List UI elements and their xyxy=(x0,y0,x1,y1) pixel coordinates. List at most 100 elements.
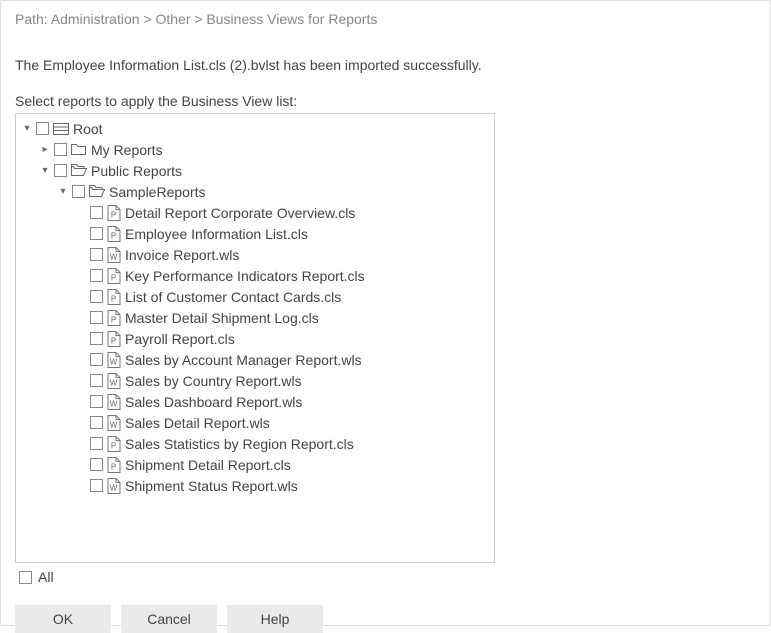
page-report-icon: P xyxy=(107,310,121,326)
page-report-icon: P xyxy=(107,226,121,242)
collapse-arrow-icon[interactable]: ▾ xyxy=(22,124,32,134)
node-label: Detail Report Corporate Overview.cls xyxy=(125,205,355,221)
page-report-icon: P xyxy=(107,289,121,305)
node-checkbox[interactable] xyxy=(90,206,103,219)
svg-text:W: W xyxy=(110,252,118,261)
node-label: Sales Dashboard Report.wls xyxy=(125,394,302,410)
node-label: SampleReports xyxy=(109,184,206,200)
svg-text:P: P xyxy=(111,231,116,240)
svg-text:P: P xyxy=(111,336,116,345)
all-row: All xyxy=(19,569,756,585)
node-label: Payroll Report.cls xyxy=(125,331,235,347)
node-checkbox[interactable] xyxy=(90,395,103,408)
node-checkbox[interactable] xyxy=(90,416,103,429)
node-label: Invoice Report.wls xyxy=(125,247,239,263)
node-checkbox[interactable] xyxy=(90,269,103,282)
cancel-button[interactable]: Cancel xyxy=(121,605,217,633)
tree-node[interactable]: W Sales by Country Report.wls xyxy=(74,370,494,391)
node-label: Sales Detail Report.wls xyxy=(125,415,270,431)
node-label: Key Performance Indicators Report.cls xyxy=(125,268,365,284)
page-report-icon: P xyxy=(107,331,121,347)
node-checkbox[interactable] xyxy=(54,143,67,156)
node-checkbox[interactable] xyxy=(90,458,103,471)
expand-arrow-icon[interactable]: ▸ xyxy=(40,145,50,155)
folder-open-icon xyxy=(71,164,87,177)
tree-node[interactable]: P Shipment Detail Report.cls xyxy=(74,454,494,475)
tree-node[interactable]: WShipment Status Report.wls xyxy=(74,475,494,496)
node-label: Employee Information List.cls xyxy=(125,226,308,242)
root-icon xyxy=(53,123,69,135)
breadcrumb: Path: Administration > Other > Business … xyxy=(15,9,756,33)
svg-text:P: P xyxy=(111,315,116,324)
node-label: Shipment Detail Report.cls xyxy=(125,457,291,473)
svg-text:W: W xyxy=(110,378,118,387)
node-label: Public Reports xyxy=(91,163,182,179)
tree-node[interactable]: ▾ SampleReports xyxy=(56,181,494,202)
all-label: All xyxy=(38,569,54,585)
dialog-panel: Path: Administration > Other > Business … xyxy=(0,0,771,626)
svg-text:P: P xyxy=(111,273,116,282)
tree-node[interactable]: W Sales Dashboard Report.wls xyxy=(74,391,494,412)
collapse-arrow-icon[interactable]: ▾ xyxy=(58,187,68,197)
node-label: List of Customer Contact Cards.cls xyxy=(125,289,341,305)
all-checkbox[interactable] xyxy=(19,571,32,584)
node-label: Sales by Account Manager Report.wls xyxy=(125,352,362,368)
tree-node[interactable]: P Employee Information List.cls xyxy=(74,223,494,244)
node-checkbox[interactable] xyxy=(90,227,103,240)
svg-text:P: P xyxy=(111,441,116,450)
page-report-icon: P xyxy=(107,205,121,221)
web-report-icon: W xyxy=(107,478,121,494)
node-checkbox[interactable] xyxy=(90,479,103,492)
node-checkbox[interactable] xyxy=(90,248,103,261)
node-checkbox[interactable] xyxy=(90,311,103,324)
tree-node[interactable]: W Invoice Report.wls xyxy=(74,244,494,265)
folder-open-icon xyxy=(89,185,105,198)
tree-node[interactable]: P Payroll Report.cls xyxy=(74,328,494,349)
page-report-icon: P xyxy=(107,436,121,452)
help-button[interactable]: Help xyxy=(227,605,323,633)
folder-icon xyxy=(71,143,87,156)
report-tree[interactable]: ▾ Root ▸My Reports ▾ Public Reports ▾ SampleRe… xyxy=(15,113,495,563)
tree-node[interactable]: ▾ Public Reports xyxy=(38,160,494,181)
web-report-icon: W xyxy=(107,373,121,389)
svg-text:W: W xyxy=(110,420,118,429)
svg-text:P: P xyxy=(111,294,116,303)
button-bar: OK Cancel Help xyxy=(15,605,756,633)
node-checkbox[interactable] xyxy=(72,185,85,198)
status-message: The Employee Information List.cls (2).bv… xyxy=(15,57,756,73)
tree-node[interactable]: P Detail Report Corporate Overview.cls xyxy=(74,202,494,223)
collapse-arrow-icon[interactable]: ▾ xyxy=(40,166,50,176)
tree-node[interactable]: W Sales Detail Report.wls xyxy=(74,412,494,433)
svg-text:W: W xyxy=(110,399,118,408)
tree-node[interactable]: P Sales Statistics by Region Report.cls xyxy=(74,433,494,454)
web-report-icon: W xyxy=(107,394,121,410)
instruction-text: Select reports to apply the Business Vie… xyxy=(15,93,756,109)
web-report-icon: W xyxy=(107,247,121,263)
node-checkbox[interactable] xyxy=(90,332,103,345)
web-report-icon: W xyxy=(107,352,121,368)
svg-text:W: W xyxy=(110,357,118,366)
page-report-icon: P xyxy=(107,268,121,284)
node-label: Root xyxy=(73,121,103,137)
node-label: Master Detail Shipment Log.cls xyxy=(125,310,319,326)
tree-node[interactable]: W Sales by Account Manager Report.wls xyxy=(74,349,494,370)
ok-button[interactable]: OK xyxy=(15,605,111,633)
svg-text:P: P xyxy=(111,210,116,219)
tree-node-root[interactable]: ▾ Root xyxy=(20,118,494,139)
node-checkbox[interactable] xyxy=(90,353,103,366)
node-label: Shipment Status Report.wls xyxy=(125,478,298,494)
tree-node[interactable]: P Master Detail Shipment Log.cls xyxy=(74,307,494,328)
node-checkbox[interactable] xyxy=(36,122,49,135)
node-checkbox[interactable] xyxy=(54,164,67,177)
tree-node[interactable]: P Key Performance Indicators Report.cls xyxy=(74,265,494,286)
page-report-icon: P xyxy=(107,457,121,473)
node-checkbox[interactable] xyxy=(90,290,103,303)
tree-node[interactable]: ▸My Reports xyxy=(38,139,494,160)
web-report-icon: W xyxy=(107,415,121,431)
tree-node[interactable]: P List of Customer Contact Cards.cls xyxy=(74,286,494,307)
node-label: Sales by Country Report.wls xyxy=(125,373,302,389)
svg-text:P: P xyxy=(111,462,116,471)
node-checkbox[interactable] xyxy=(90,437,103,450)
node-checkbox[interactable] xyxy=(90,374,103,387)
node-label: Sales Statistics by Region Report.cls xyxy=(125,436,354,452)
